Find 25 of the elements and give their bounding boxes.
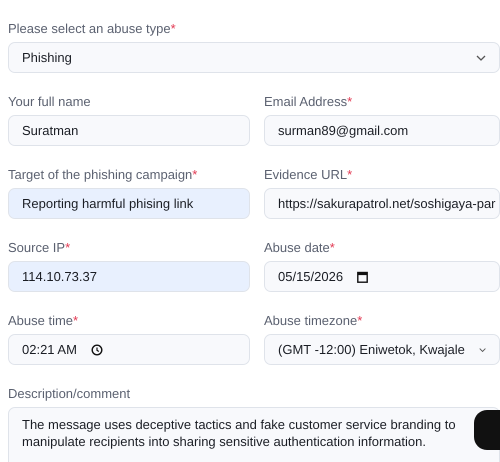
- input-field[interactable]: Suratman: [8, 115, 250, 146]
- chevron-down-icon: [476, 54, 486, 60]
- field-label: Source IP*: [8, 240, 70, 255]
- dropdown-field[interactable]: Phishing: [8, 42, 500, 73]
- field-label: Email Address*: [264, 94, 352, 109]
- field-label: Abuse date*: [264, 240, 335, 255]
- chevron-down-icon: [478, 346, 486, 352]
- clock-icon[interactable]: [90, 344, 103, 356]
- floating-button[interactable]: [474, 410, 500, 450]
- comment-field[interactable]: The message uses deceptive tactics and fake customer service branding to manipulate recipients into sharing sensitive authentication information.: [8, 407, 500, 462]
- input-field[interactable]: https://sakurapatrol.net/soshigaya-par: [264, 188, 500, 219]
- calendar-icon[interactable]: [357, 270, 368, 282]
- field-label: Abuse timezone*: [264, 313, 362, 328]
- field-label: Your full name: [8, 94, 91, 109]
- field-label: Please select an abuse type*: [8, 21, 176, 36]
- field-label: Target of the phishing campaign*: [8, 167, 198, 182]
- date-field[interactable]: 05/15/2026: [264, 261, 500, 292]
- dropdown-field[interactable]: (GMT -12:00) Eniwetok, Kwajale: [264, 334, 500, 365]
- field-label: Description/comment: [8, 386, 130, 401]
- input-field[interactable]: surman89@gmail.com: [264, 115, 500, 146]
- time-field[interactable]: 02:21 AM: [8, 334, 250, 365]
- input-field[interactable]: Reporting harmful phising link: [8, 188, 250, 219]
- field-label: Abuse time*: [8, 313, 78, 328]
- field-label: Evidence URL*: [264, 167, 352, 182]
- input-field[interactable]: 114.10.73.37: [8, 261, 250, 292]
